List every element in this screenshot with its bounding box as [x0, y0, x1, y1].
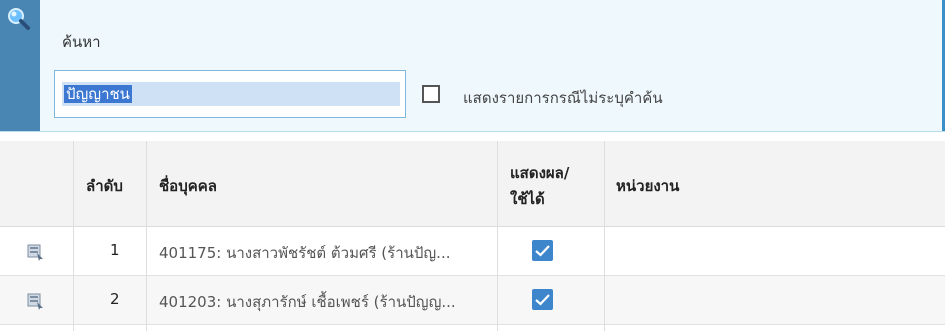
column-divider — [497, 141, 498, 331]
row-name: 401175: นางสาวพัชรัชต์ ต้วมศรี (ร้านปัญ.… — [159, 244, 451, 262]
search-input[interactable]: ปัญญาชน — [54, 70, 406, 118]
row-select-icon[interactable] — [27, 244, 45, 262]
header-display-line1[interactable]: แสดงผล/ — [510, 161, 569, 185]
check-icon — [535, 294, 550, 306]
search-input-value[interactable]: ปัญญาชน — [64, 85, 132, 103]
display-checkbox-checked[interactable] — [532, 289, 553, 310]
row-name: 401203: นางสุภารักษ์ เชื้อเพชร์ (ร้านปัญ… — [159, 293, 456, 311]
header-display-line2[interactable]: ใช้ได้ — [510, 187, 545, 211]
results-grid: ลำดับ ชื่อบุคคล แสดงผล/ ใช้ได้ หน่วยงาน … — [0, 141, 945, 331]
table-row[interactable]: 2 401203: นางสุภารักษ์ เชื้อเพชร์ (ร้านป… — [0, 276, 945, 325]
show-without-keyword-label[interactable]: แสดงรายการกรณีไม่ระบุคำค้น — [463, 86, 663, 110]
row-order: 1 — [110, 241, 120, 259]
header-order[interactable]: ลำดับ — [86, 174, 123, 198]
grid-header: ลำดับ ชื่อบุคคล แสดงผล/ ใช้ได้ หน่วยงาน — [0, 141, 945, 227]
magnifier-icon[interactable] — [6, 6, 32, 32]
column-divider — [73, 141, 74, 331]
search-input-value-area[interactable]: ปัญญาชน — [62, 82, 400, 106]
row-order: 2 — [110, 290, 120, 308]
table-row[interactable]: 1 401175: นางสาวพัชรัชต์ ต้วมศรี (ร้านปั… — [0, 227, 945, 276]
column-divider — [604, 141, 605, 331]
column-divider — [146, 141, 147, 331]
search-title: ค้นหา — [62, 33, 101, 51]
header-unit[interactable]: หน่วยงาน — [616, 174, 679, 198]
search-sidebar — [0, 0, 40, 131]
search-panel: ค้นหา ปัญญาชน แสดงรายการกรณีไม่ระบุคำค้น — [0, 0, 945, 132]
row-select-icon[interactable] — [27, 293, 45, 311]
header-name[interactable]: ชื่อบุคคล — [159, 174, 217, 198]
display-checkbox-checked[interactable] — [532, 240, 553, 261]
show-without-keyword-checkbox[interactable] — [422, 85, 440, 103]
check-icon — [535, 245, 550, 257]
